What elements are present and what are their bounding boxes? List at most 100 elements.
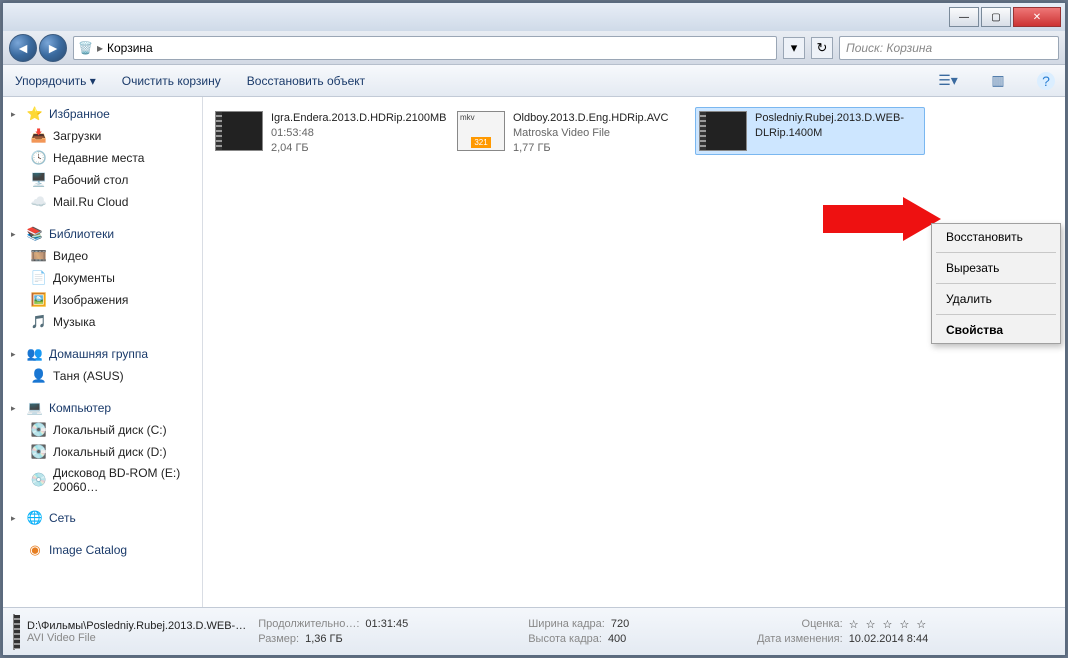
sidebar-item-mailru[interactable]: ☁️ Mail.Ru Cloud <box>3 191 202 213</box>
sidebar-item-downloads[interactable]: 📥 Загрузки <box>3 125 202 147</box>
file-name: Oldboy.2013.D.Eng.HDRip.AVC <box>513 111 669 126</box>
star-icon: ⭐ <box>27 106 43 122</box>
network-group[interactable]: ▸🌐Сеть <box>3 507 202 529</box>
file-name: Posledniy.Rubej.2013.D.WEB-DLRip.1400M <box>755 111 921 141</box>
preview-pane-icon[interactable]: ▥ <box>987 70 1009 92</box>
homegroup-icon: 👥 <box>27 346 43 362</box>
refresh-button[interactable]: ↻ <box>811 37 833 59</box>
sidebar-item-label: Mail.Ru Cloud <box>53 195 128 209</box>
view-options-icon[interactable]: ☰▾ <box>937 70 959 92</box>
sidebar-item-music[interactable]: 🎵Музыка <box>3 311 202 333</box>
status-width: 720 <box>611 618 629 631</box>
red-arrow-annotation <box>823 197 943 247</box>
favorites-group[interactable]: ▸⭐Избранное <box>3 103 202 125</box>
ctx-separator <box>936 252 1056 253</box>
file-size: 2,04 ГБ <box>271 141 446 156</box>
address-bar: ◄ ► 🗑️ ▸ Корзина ▾ ↻ Поиск: Корзина <box>3 31 1065 65</box>
maximize-icon: ▢ <box>991 12 1000 23</box>
file-list: Igra.Endera.2013.D.HDRip.2100MB 01:53:48… <box>203 97 1065 607</box>
computer-label: Компьютер <box>49 401 111 415</box>
file-size: 1,77 ГБ <box>513 141 669 156</box>
sidebar-item-label: Локальный диск (D:) <box>53 445 167 459</box>
file-item[interactable]: Igra.Endera.2013.D.HDRip.2100MB 01:53:48… <box>211 107 441 160</box>
dropdown-button[interactable]: ▾ <box>783 37 805 59</box>
sidebar-item-disk-c[interactable]: 💽 Локальный диск (C:) <box>3 419 202 441</box>
sidebar-item-documents[interactable]: 📄 Документы <box>3 267 202 289</box>
user-icon: 👤 <box>31 368 47 384</box>
sidebar-item-recent[interactable]: 🕓Недавние места <box>3 147 202 169</box>
close-button[interactable]: ✕ <box>1013 7 1061 27</box>
catalog-icon: ◉ <box>27 542 43 558</box>
recycle-bin-icon: 🗑️ <box>78 41 93 55</box>
sidebar-item-disk-d[interactable]: 💽Локальный диск (D:) <box>3 441 202 463</box>
video-thumbnail <box>699 111 747 151</box>
ctx-separator <box>936 314 1056 315</box>
homegroup-group[interactable]: ▸👥Домашняя группа <box>3 343 202 365</box>
status-date-label: Дата изменения: <box>757 633 843 645</box>
ctx-properties[interactable]: Свойства <box>932 317 1060 343</box>
disk-icon: 💽 <box>31 422 47 438</box>
sidebar-item-videos[interactable]: 🎞️ Видео <box>3 245 202 267</box>
sidebar-item-label: Рабочий стол <box>53 173 128 187</box>
back-button[interactable]: ◄ <box>9 34 37 62</box>
navigation-pane: ▸⭐Избранное 📥Загрузки 🕓Недавние места 🖥️… <box>3 97 203 607</box>
computer-group[interactable]: ▸💻Компьютер <box>3 397 202 419</box>
mkv-thumbnail: mkv <box>457 111 505 151</box>
sidebar-item-label: Видео <box>53 249 88 263</box>
video-thumbnail <box>215 111 263 151</box>
restore-item-button[interactable]: Восстановить объект <box>245 70 367 92</box>
ctx-restore[interactable]: Восстановить <box>932 224 1060 250</box>
context-menu: Восстановить Вырезать Удалить Свойства <box>931 223 1061 344</box>
network-icon: 🌐 <box>27 510 43 526</box>
empty-bin-button[interactable]: Очистить корзину <box>120 70 223 92</box>
sidebar-item-desktop[interactable]: 🖥️ Рабочий стол <box>3 169 202 191</box>
file-item-selected[interactable]: Posledniy.Rubej.2013.D.WEB-DLRip.1400M <box>695 107 925 155</box>
video-icon: 🎞️ <box>31 248 47 264</box>
maximize-button[interactable]: ▢ <box>981 7 1011 27</box>
breadcrumb-separator: ▸ <box>97 41 103 55</box>
network-label: Сеть <box>49 511 76 525</box>
file-name: Igra.Endera.2013.D.HDRip.2100MB <box>271 111 446 126</box>
sidebar-item-pictures[interactable]: 🖼️Изображения <box>3 289 202 311</box>
ctx-cut[interactable]: Вырезать <box>932 255 1060 281</box>
search-input[interactable]: Поиск: Корзина <box>839 36 1059 60</box>
sidebar-item-label: Локальный диск (C:) <box>53 423 167 437</box>
help-icon[interactable]: ? <box>1037 72 1055 90</box>
status-thumbnail <box>13 614 15 650</box>
explorer-window: — ▢ ✕ ◄ ► 🗑️ ▸ Корзина ▾ ↻ Поиск: Корзин… <box>2 2 1066 656</box>
downloads-icon: 📥 <box>31 128 47 144</box>
address-field[interactable]: 🗑️ ▸ Корзина <box>73 36 777 60</box>
minimize-icon: — <box>959 12 969 23</box>
organize-button[interactable]: Упорядочить ▾ <box>13 70 98 92</box>
sidebar-item-label: Таня (ASUS) <box>53 369 124 383</box>
status-height-label: Высота кадра: <box>528 633 602 645</box>
ctx-separator <box>936 283 1056 284</box>
status-path: D:\Фильмы\Posledniy.Rubej.2013.D.WEB-… <box>27 620 246 632</box>
computer-icon: 💻 <box>27 400 43 416</box>
sidebar-item-label: Документы <box>53 271 115 285</box>
sidebar-item-label: Дисковод BD-ROM (E:) 20060… <box>53 466 194 494</box>
ctx-delete[interactable]: Удалить <box>932 286 1060 312</box>
sidebar-item-user[interactable]: 👤 Таня (ASUS) <box>3 365 202 387</box>
forward-button[interactable]: ► <box>39 34 67 62</box>
status-rating[interactable]: ☆ ☆ ☆ ☆ ☆ <box>849 618 929 631</box>
close-icon: ✕ <box>1033 12 1041 23</box>
image-catalog-group[interactable]: ◉ Image Catalog <box>3 539 202 561</box>
status-size: 1,36 ГБ <box>305 633 343 645</box>
desktop-icon: 🖥️ <box>31 172 47 188</box>
status-size-label: Размер: <box>258 633 299 645</box>
titlebar: — ▢ ✕ <box>3 3 1065 31</box>
libraries-group[interactable]: ▸📚Библиотеки <box>3 223 202 245</box>
sidebar-item-label: Загрузки <box>53 129 101 143</box>
status-height: 400 <box>608 633 626 645</box>
mkv-label: mkv <box>460 113 475 122</box>
status-width-label: Ширина кадра: <box>528 618 605 631</box>
cloud-icon: ☁️ <box>31 194 47 210</box>
minimize-button[interactable]: — <box>949 7 979 27</box>
favorites-label: Избранное <box>49 107 110 121</box>
catalog-label: Image Catalog <box>49 543 127 557</box>
file-item[interactable]: mkv Oldboy.2013.D.Eng.HDRip.AVC Matroska… <box>453 107 683 160</box>
sidebar-item-bdrom[interactable]: 💿Дисковод BD-ROM (E:) 20060… <box>3 463 202 497</box>
document-icon: 📄 <box>31 270 47 286</box>
homegroup-label: Домашняя группа <box>49 347 148 361</box>
